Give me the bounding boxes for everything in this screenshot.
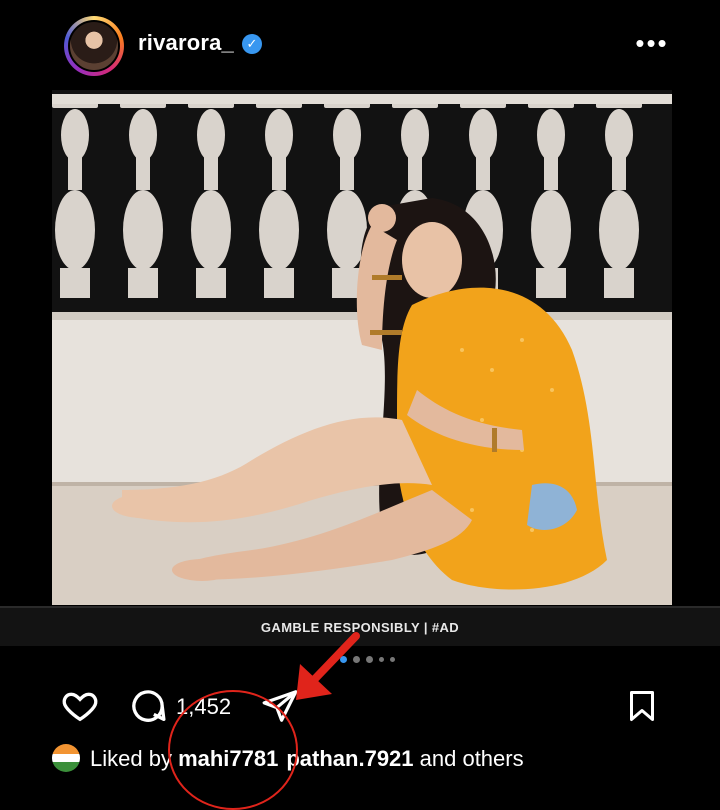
story-avatar-ring[interactable] xyxy=(64,16,124,76)
liked-by-row[interactable]: Liked by mahi7781 pathan.7921 and others xyxy=(52,744,720,776)
liked-by-avatar xyxy=(52,744,80,772)
post-header: rivarora_ ✓ ••• xyxy=(0,0,720,90)
photo-illustration xyxy=(52,94,672,605)
annotation-arrow-icon xyxy=(296,632,360,700)
bookmark-icon[interactable] xyxy=(620,684,664,728)
liked-by-prefix: Liked by xyxy=(90,746,179,771)
liked-by-user-2[interactable]: pathan.7921 xyxy=(286,746,413,771)
verified-badge-icon: ✓ xyxy=(242,34,262,54)
liked-by-suffix: and others xyxy=(413,746,524,771)
comment-icon[interactable] xyxy=(126,684,170,728)
post-image[interactable] xyxy=(52,90,672,605)
carousel-dot xyxy=(390,657,395,662)
avatar[interactable] xyxy=(68,20,120,72)
heart-icon[interactable] xyxy=(58,684,102,728)
annotation-circle xyxy=(168,690,298,810)
post-username[interactable]: rivarora_ xyxy=(138,30,234,56)
more-horizontal-icon[interactable]: ••• xyxy=(632,28,672,58)
liked-by-text: Liked by mahi7781 pathan.7921 and others xyxy=(90,746,524,772)
carousel-dot xyxy=(379,657,384,662)
